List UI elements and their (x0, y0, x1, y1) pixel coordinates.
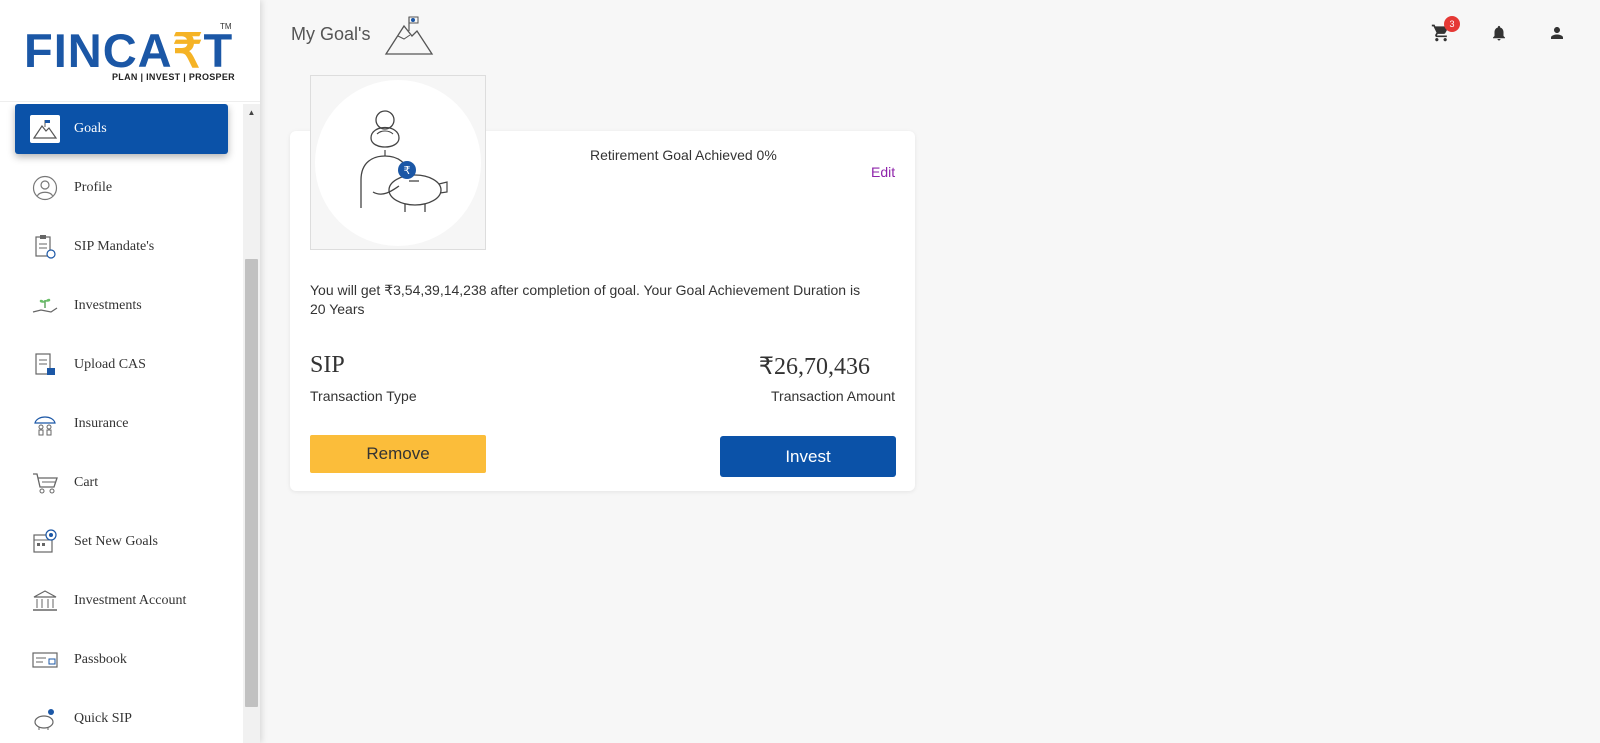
goal-image: ₹ (310, 75, 486, 250)
scrollbar-thumb[interactable] (245, 259, 258, 707)
sidebar-item-label: SIP Mandate's (74, 239, 155, 254)
account-button[interactable] (1546, 24, 1568, 46)
header-cart-button[interactable]: 3 (1430, 16, 1460, 46)
cart-count-badge: 3 (1444, 16, 1460, 32)
edit-goal-link[interactable]: Edit (871, 164, 895, 180)
document-upload-icon (30, 350, 60, 380)
sidebar-item-label: Passbook (74, 652, 127, 667)
sidebar-item-goals[interactable]: Goals (15, 104, 228, 154)
page-title: My Goal's (291, 24, 371, 44)
svg-text:₹: ₹ (404, 164, 411, 177)
sidebar-item-label: Investments (74, 298, 142, 313)
sidebar-scrollbar[interactable]: ▲ (243, 104, 260, 743)
sidebar-item-passbook[interactable]: Passbook (15, 635, 228, 685)
invest-button[interactable]: Invest (720, 436, 896, 477)
profile-icon (30, 173, 60, 203)
sidebar: FINCA₹T TM PLAN | INVEST | PROSPER Goals… (0, 0, 260, 743)
transaction-type-label: Transaction Type (310, 388, 417, 404)
transaction-amount-label: Transaction Amount (771, 388, 895, 404)
sidebar-item-investment-account[interactable]: Investment Account (15, 576, 228, 626)
piggy-bank-icon (30, 704, 60, 734)
sidebar-item-set-new-goals[interactable]: Set New Goals (15, 517, 228, 567)
sidebar-item-label: Cart (74, 475, 99, 490)
notifications-button[interactable] (1488, 24, 1510, 46)
clipboard-icon (30, 232, 60, 262)
scroll-up-arrow-icon[interactable]: ▲ (243, 104, 260, 121)
target-calendar-icon (30, 527, 60, 557)
sidebar-item-sip-mandates[interactable]: SIP Mandate's (15, 222, 228, 272)
logo[interactable]: FINCA₹T TM PLAN | INVEST | PROSPER (0, 0, 260, 102)
sidebar-item-quick-sip[interactable]: Quick SIP (15, 694, 228, 743)
sidebar-item-profile[interactable]: Profile (15, 163, 228, 213)
sidebar-item-upload-cas[interactable]: Upload CAS (15, 340, 228, 390)
sidebar-item-label: Investment Account (74, 593, 187, 608)
sidebar-item-cart[interactable]: Cart (15, 458, 228, 508)
user-icon (1548, 24, 1566, 47)
cart-icon (30, 468, 60, 498)
goal-description: You will get ₹3,54,39,14,238 after compl… (310, 282, 861, 317)
retirement-grandmother-piggybank-icon: ₹ (343, 100, 453, 225)
hand-plant-icon (30, 291, 60, 321)
remove-button[interactable]: Remove (310, 435, 486, 473)
sidebar-menu: Goals Profile SIP Mandate's Investments … (0, 104, 243, 743)
sidebar-item-label: Insurance (74, 416, 129, 431)
goal-achieved-text: Retirement Goal Achieved 0% (590, 147, 777, 163)
sidebar-item-label: Quick SIP (74, 711, 132, 726)
logo-tagline: PLAN | INVEST | PROSPER (112, 72, 235, 82)
sidebar-item-label: Goals (74, 121, 107, 136)
transaction-type-value: SIP (310, 352, 345, 378)
passbook-icon (30, 645, 60, 675)
bank-icon (30, 586, 60, 616)
sidebar-item-investments[interactable]: Investments (15, 281, 228, 331)
sidebar-item-label: Upload CAS (74, 357, 146, 372)
top-header: My Goal's 3 (260, 0, 1600, 70)
umbrella-family-icon (30, 409, 60, 439)
goal-image-circle: ₹ (315, 79, 481, 246)
sidebar-item-label: Set New Goals (74, 534, 158, 549)
bell-icon (1490, 23, 1508, 48)
sidebar-item-insurance[interactable]: Insurance (15, 399, 228, 449)
sidebar-item-label: Profile (74, 180, 113, 195)
mountain-flag-icon (30, 115, 60, 143)
transaction-amount-value: ₹26,70,436 (758, 354, 870, 380)
logo-trademark: TM (220, 22, 232, 31)
logo-wordmark: FINCA₹T (24, 24, 234, 77)
mountain-flag-icon (384, 14, 434, 61)
